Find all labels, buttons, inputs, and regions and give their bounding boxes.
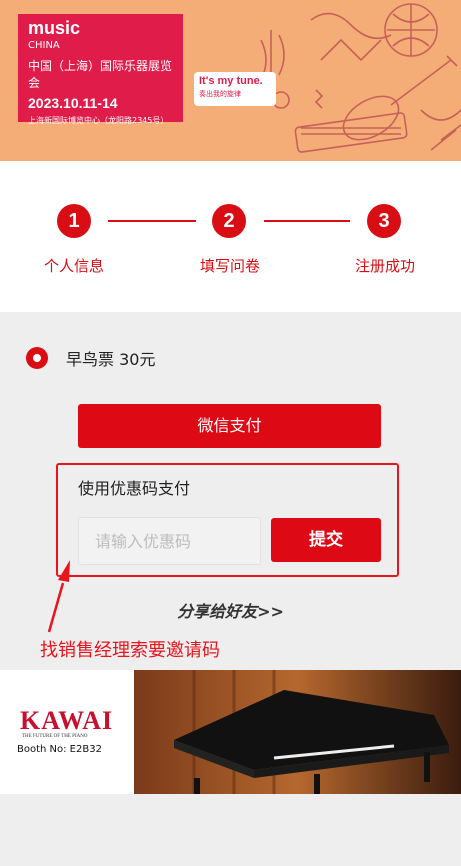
expo-banner: music CHINA 中国（上海）国际乐器展览会 2023.10.11-14 … <box>0 0 461 161</box>
step-2-circle: 2 <box>212 204 246 238</box>
share-to-friends-link[interactable]: 分享给好友>> <box>0 598 461 622</box>
step-3-circle: 3 <box>367 204 401 238</box>
expo-brand: music <box>28 18 81 38</box>
step-connector <box>108 220 196 222</box>
coupon-title: 使用优惠码支付 <box>78 479 191 498</box>
step-2-label: 填写问卷 <box>199 257 260 275</box>
expo-date: 2023.10.11-14 <box>28 95 118 111</box>
ticket-label: 早鸟票 30元 <box>66 350 156 369</box>
slogan-en: It's my tune. <box>199 75 263 87</box>
coupon-code-input[interactable] <box>78 517 261 565</box>
slogan-zh: 奏出我的旋律 <box>199 90 241 98</box>
grand-piano-image <box>134 670 461 794</box>
expo-title: 中国（上海）国际乐器展览会 <box>28 59 173 90</box>
booth-number: Booth No: E2B32 <box>17 744 102 755</box>
kawai-ad-banner[interactable]: KAWAI THE FUTURE OF THE PIANO Booth No: … <box>0 670 461 794</box>
step-1-circle: 1 <box>57 204 91 238</box>
step-connector <box>264 220 350 222</box>
annotation-text: 找销售经理索要邀请码 <box>40 640 220 661</box>
step-3-label: 注册成功 <box>354 257 415 275</box>
expo-logo: music CHINA 中国（上海）国际乐器展览会 2023.10.11-14 … <box>18 14 183 125</box>
kawai-tagline: THE FUTURE OF THE PIANO <box>22 734 88 739</box>
coupon-section: 使用优惠码支付 提交 <box>56 463 399 577</box>
expo-venue: 上海新国际博览中心（龙阳路2345号） <box>28 116 169 125</box>
expo-brand-sub: CHINA <box>28 40 60 51</box>
registration-steps: 1 2 3 个人信息 填写问卷 注册成功 <box>0 161 461 312</box>
radio-selected-dot <box>33 354 41 362</box>
step-1-label: 个人信息 <box>43 257 104 275</box>
wechat-pay-button[interactable]: 微信支付 <box>78 404 381 448</box>
coupon-submit-button[interactable]: 提交 <box>271 518 381 562</box>
slogan-badge: It's my tune. 奏出我的旋律 <box>194 72 276 106</box>
kawai-logo: KAWAI <box>20 706 114 735</box>
ticket-radio[interactable] <box>26 347 48 369</box>
